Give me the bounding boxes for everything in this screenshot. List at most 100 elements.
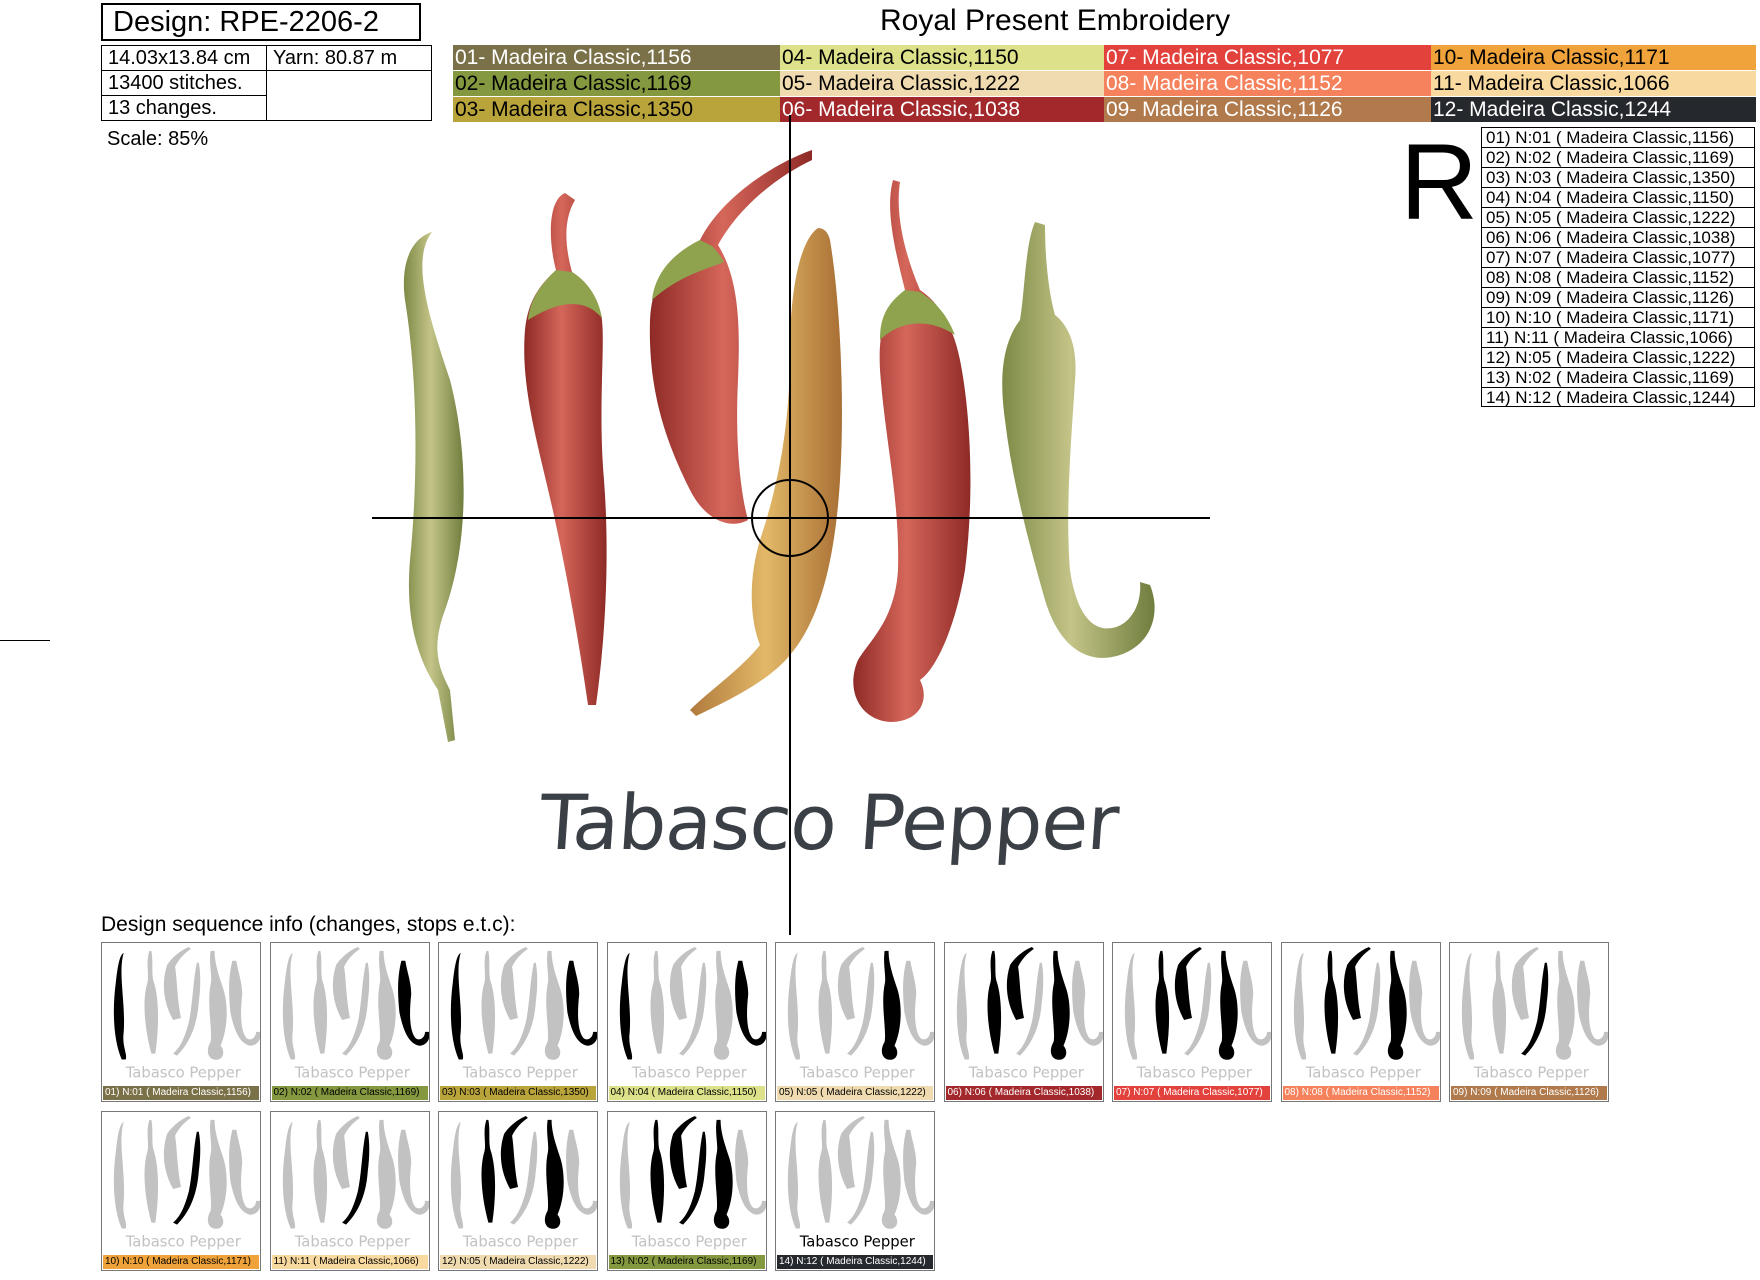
thread-color-swatch: 05- Madeira Classic,1222: [780, 71, 1104, 96]
sequence-thumbnail: Tabasco Pepper 01) N:01 ( Madeira Classic…: [101, 942, 261, 1102]
thumbnail-preview: Tabasco Pepper: [113, 946, 260, 1081]
thumbnail-pepper-shape: [956, 952, 969, 1060]
thumbnail-caption: 14) N:12 ( Madeira Classic,1244): [777, 1255, 933, 1269]
sequence-thumbnail: Tabasco Pepper 14) N:12 ( Madeira Classic…: [775, 1111, 935, 1271]
sequence-item: 13) N:02 ( Madeira Classic,1169): [1481, 367, 1755, 387]
thumbnail-pepper-shape: [376, 1119, 396, 1229]
thumbnail-pepper-shape: [1174, 946, 1202, 1021]
thumbnail-preview: Tabasco Pepper: [113, 1115, 260, 1250]
thumbnail-pepper-shape: [669, 1115, 697, 1190]
thumbnail-design-text: Tabasco Pepper: [630, 1233, 747, 1250]
sequence-thumbnail: Tabasco Pepper 05) N:05 ( Madeira Classic…: [775, 942, 935, 1102]
sequence-item: 14) N:12 ( Madeira Classic,1244): [1481, 387, 1755, 407]
thumbnail-pepper-shape: [837, 1115, 865, 1190]
thumbnail-preview: Tabasco Pepper: [787, 946, 934, 1081]
thumbnail-pepper-shape: [1461, 952, 1475, 1060]
thumbnail-preview: Tabasco Pepper: [450, 946, 597, 1081]
sequence-heading: Design sequence info (changes, stops e.t…: [101, 913, 516, 936]
thumbnail-caption: 07) N:07 ( Madeira Classic,1077): [1114, 1086, 1270, 1100]
thumbnail-pepper-shape: [282, 952, 295, 1060]
thumbnail-pepper-shape: [818, 1119, 833, 1223]
thumbnail-caption: 10) N:10 ( Madeira Classic,1171): [103, 1255, 259, 1269]
thumbnail-preview: Tabasco Pepper: [282, 946, 429, 1081]
design-size: 14.03x13.84 cm: [101, 45, 267, 71]
thread-color-swatch: 06- Madeira Classic,1038: [780, 97, 1104, 122]
sequence-thumbnail: Tabasco Pepper 10) N:10 ( Madeira Classic…: [101, 1111, 261, 1271]
thumbnail-pepper-shape: [450, 1121, 464, 1229]
thumbnail-pepper-shape: [163, 1115, 191, 1190]
thumbnail-caption: 11) N:11 ( Madeira Classic,1066): [271, 1255, 428, 1269]
thumbnail-pepper-shape: [881, 950, 901, 1060]
thumbnail-preview: Tabasco Pepper: [282, 1115, 429, 1250]
thumbnail-pepper-shape: [312, 1119, 327, 1223]
sequence-thumbnail: Tabasco Pepper 06) N:06 ( Madeira Classic…: [943, 942, 1104, 1102]
sequence-item: 08) N:08 ( Madeira Classic,1152): [1481, 267, 1755, 287]
thread-color-swatch: 01- Madeira Classic,1156: [453, 45, 780, 70]
pepper-5-red: [853, 180, 971, 722]
thumbnail-pepper-shape: [500, 1115, 528, 1190]
thumbnail-design-text: Tabasco Pepper: [799, 1064, 916, 1081]
thumbnail-pepper-shape: [1343, 946, 1371, 1021]
company-title: Royal Present Embroidery: [880, 4, 1231, 37]
thumbnail-preview: Tabasco Pepper: [956, 946, 1103, 1081]
sequence-item: 01) N:01 ( Madeira Classic,1156): [1481, 127, 1755, 147]
design-id: Design: RPE-2206-2: [101, 3, 421, 41]
thumbnail-pepper-shape: [734, 1129, 766, 1215]
thumbnail-preview: Tabasco Pepper: [450, 1115, 597, 1250]
thread-color-chart: 01- Madeira Classic,1156 04- Madeira Clas…: [453, 45, 1756, 122]
thumbnail-caption: 13) N:02 ( Madeira Classic,1169): [608, 1255, 765, 1269]
margin-mark: [0, 640, 50, 641]
thumbnail-pepper-shape: [837, 946, 865, 1021]
thumbnail-design-text: Tabasco Pepper: [462, 1064, 579, 1081]
thumbnail-pepper-shape: [787, 952, 801, 1060]
thumbnail-pepper-shape: [1218, 950, 1238, 1060]
thumbnail-preview: Tabasco Pepper: [787, 1115, 934, 1250]
thumbnail-pepper-shape: [1006, 946, 1034, 1021]
thumbnail-design-text: Tabasco Pepper: [1473, 1064, 1590, 1081]
sequence-item: 03) N:03 ( Madeira Classic,1350): [1481, 167, 1755, 187]
sequence-item: 02) N:02 ( Madeira Classic,1169): [1481, 147, 1755, 167]
thumbnail-design-text: Tabasco Pepper: [1136, 1064, 1253, 1081]
thumbnail-caption: 05) N:05 ( Madeira Classic,1222): [777, 1086, 933, 1100]
thumbnail-pepper-shape: [481, 950, 496, 1054]
thumbnail-pepper-shape: [881, 1119, 901, 1229]
thumbnail-pepper-shape: [332, 1115, 360, 1190]
thumbnail-pepper-shape: [229, 960, 260, 1046]
thumbnail-design-text: Tabasco Pepper: [125, 1233, 242, 1250]
thumbnail-design-text: Tabasco Pepper: [293, 1064, 410, 1081]
thumbnail-preview: Tabasco Pepper: [1124, 946, 1271, 1081]
thumbnail-pepper-shape: [282, 1121, 295, 1229]
thumbnail-pepper-shape: [1323, 950, 1338, 1054]
thumbnail-pepper-shape: [903, 960, 934, 1046]
thumbnail-pepper-shape: [450, 952, 464, 1060]
sequence-thumbnail: Tabasco Pepper 07) N:07 ( Madeira Classic…: [1112, 942, 1272, 1102]
thread-color-swatch: 07- Madeira Classic,1077: [1104, 45, 1431, 70]
thumbnail-design-text: Tabasco Pepper: [462, 1233, 579, 1250]
thumbnail-pepper-shape: [986, 950, 1001, 1054]
thumbnail-caption: 03) N:03 ( Madeira Classic,1350): [440, 1086, 596, 1100]
thumbnail-pepper-shape: [163, 946, 191, 1021]
thread-color-swatch: 02- Madeira Classic,1169: [453, 71, 780, 96]
thumbnail-pepper-shape: [1387, 950, 1407, 1060]
thumbnail-pepper-shape: [1408, 960, 1440, 1046]
thumbnail-pepper-shape: [619, 952, 632, 1060]
thumbnail-pepper-shape: [1124, 952, 1138, 1060]
pepper-3-red: [649, 150, 812, 524]
thumbnail-pepper-shape: [1155, 950, 1170, 1054]
thumbnail-pepper-shape: [1577, 960, 1608, 1046]
thumbnail-pepper-shape: [144, 950, 159, 1054]
thumbnail-pepper-shape: [1511, 946, 1539, 1021]
thumbnail-caption: 01) N:01 ( Madeira Classic,1156): [103, 1086, 259, 1100]
thumbnail-preview: Tabasco Pepper: [1293, 946, 1440, 1081]
thumbnail-design-text: Tabasco Pepper: [630, 1064, 747, 1081]
design-info-table: 14.03x13.84 cm Yarn: 80.87 m 13400 stitc…: [101, 45, 432, 121]
thumbnail-pepper-shape: [376, 950, 396, 1060]
sequence-item: 04) N:04 ( Madeira Classic,1150): [1481, 187, 1755, 207]
thumbnail-preview: Tabasco Pepper: [619, 946, 766, 1081]
thumbnail-caption: 09) N:09 ( Madeira Classic,1126): [1451, 1086, 1607, 1100]
pepper-1-green: [403, 232, 464, 742]
thumbnail-pepper-shape: [566, 1129, 597, 1215]
thumbnail-pepper-shape: [713, 1119, 733, 1229]
thumbnail-preview: Tabasco Pepper: [619, 1115, 766, 1250]
thread-color-swatch: 11- Madeira Classic,1066: [1431, 71, 1756, 96]
